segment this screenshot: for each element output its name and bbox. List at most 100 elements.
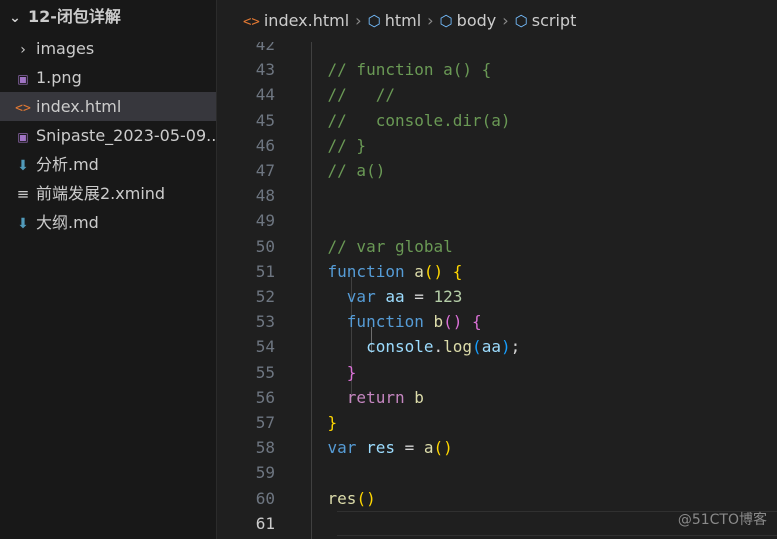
chevron-right-icon: › [427, 11, 434, 30]
code-editor[interactable]: 42 43 44 45 46 47 48 49 50 51 52 53 54 55 56 57 58 59 60 61… [217, 42, 777, 539]
line-number: 55 [255, 362, 275, 382]
file-item-label: 分析.md [36, 155, 99, 174]
breadcrumb-html-label: html [384, 11, 422, 30]
line-number: 50 [255, 236, 275, 256]
cube-icon: ⬡ [514, 12, 528, 30]
code-token: a [423, 438, 434, 458]
breadcrumb-body[interactable]: ⬡ body [440, 11, 497, 30]
code-token: log [443, 337, 473, 357]
file-item-label: 1.png [36, 68, 82, 87]
file-item-label: 前端发展2.xmind [36, 184, 166, 203]
xmind-file-icon: ≡ [16, 185, 30, 203]
code-token: b [433, 312, 444, 332]
file-item-label: index.html [36, 97, 122, 116]
line-number: 60 [255, 488, 275, 508]
line-number: 42 [255, 42, 275, 54]
chevron-down-icon: ⌄ [9, 10, 21, 26]
chevron-right-icon: › [502, 11, 509, 30]
code-line: // console.dir(a) [289, 108, 777, 133]
line-number: 44 [255, 85, 275, 105]
code-token: // console.dir(a) [289, 110, 511, 130]
code-token: = [404, 287, 434, 306]
code-line: function b() { [289, 309, 777, 334]
code-token: = [394, 438, 424, 458]
code-token: 123 [433, 287, 463, 306]
code-token: } [289, 413, 338, 432]
line-number: 47 [255, 161, 275, 180]
line-number: 53 [255, 312, 275, 332]
breadcrumb-script[interactable]: ⬡ script [515, 11, 577, 30]
file-item[interactable]: ▣ 1.png [0, 63, 216, 92]
code-token: { [472, 312, 482, 332]
code-line: var aa = 123 [289, 284, 777, 309]
markdown-file-icon: ⬇ [17, 216, 29, 232]
file-item-label: 大纲.md [36, 213, 99, 232]
file-item-label: images [36, 39, 95, 58]
code-token: () [433, 438, 453, 458]
code-token: a [414, 261, 424, 281]
code-token: ) [500, 337, 511, 357]
breadcrumb-file[interactable]: <> index.html [243, 11, 349, 30]
code-token: () [356, 488, 376, 508]
line-number: 45 [255, 110, 275, 130]
code-line: // var global [289, 234, 777, 259]
editor-pane: <> index.html › ⬡ html › ⬡ body › ⬡ script 42 43 44 4… [217, 0, 777, 539]
code-line: var res = a() [289, 435, 777, 460]
line-number: 61 [255, 513, 275, 533]
code-token: b [414, 387, 424, 407]
file-item[interactable]: <> index.html [0, 92, 216, 121]
folder-item[interactable]: › images [0, 34, 216, 63]
image-file-icon: ▣ [17, 72, 29, 86]
line-number: 52 [255, 287, 275, 306]
code-line: // function a() { [289, 57, 777, 82]
html-file-icon: <> [243, 14, 260, 30]
chevron-right-icon: › [355, 11, 362, 30]
explorer-root-folder[interactable]: ⌄ 12-闭包详解 [0, 0, 216, 34]
code-token: var [289, 438, 367, 458]
line-number: 49 [255, 211, 275, 231]
code-token: function [289, 261, 415, 281]
file-item[interactable]: ⬇ 分析.md [0, 150, 216, 179]
breadcrumb: <> index.html › ⬡ html › ⬡ body › ⬡ script [217, 0, 777, 42]
chevron-right-icon: › [20, 42, 26, 58]
code-line: // // [289, 82, 777, 107]
explorer-sidebar: ⌄ 12-闭包详解 › images ▣ 1.png <> index.html ▣ Snipa… [0, 0, 217, 539]
code-token: // a() [289, 161, 386, 180]
image-file-icon: ▣ [17, 130, 29, 144]
html-file-icon: <> [15, 101, 31, 116]
line-number: 54 [255, 337, 275, 357]
code-token: // var global [289, 236, 453, 256]
watermark: @51CTO博客 [677, 512, 767, 528]
code-token: ( [472, 337, 482, 357]
file-item[interactable]: ▣ Snipaste_2023-05-09... [0, 121, 216, 150]
code-token: console [289, 337, 434, 357]
code-line: function a() { [289, 259, 777, 284]
code-token: res [289, 488, 357, 508]
line-number: 46 [255, 135, 275, 155]
code-token: // function a() { [289, 60, 492, 80]
breadcrumb-html[interactable]: ⬡ html [368, 11, 422, 30]
code-token: ; [510, 337, 521, 357]
code-line: res() [289, 486, 777, 511]
code-line: } [289, 360, 777, 385]
breadcrumb-file-label: index.html [263, 11, 350, 30]
cube-icon: ⬡ [367, 12, 381, 30]
cube-icon: ⬡ [439, 12, 453, 30]
code-token: . [433, 337, 444, 357]
code-token: function [289, 312, 434, 332]
file-item[interactable]: ≡ 前端发展2.xmind [0, 179, 216, 208]
code-token: // } [289, 135, 367, 155]
code-token: aa [481, 337, 501, 357]
code-token: aa [385, 287, 405, 306]
code-token: var [289, 287, 386, 306]
markdown-file-icon: ⬇ [17, 158, 29, 174]
code-token: return [289, 387, 415, 407]
file-item-label: Snipaste_2023-05-09... [36, 126, 216, 145]
code-line: } [289, 410, 777, 435]
file-item[interactable]: ⬇ 大纲.md [0, 208, 216, 237]
